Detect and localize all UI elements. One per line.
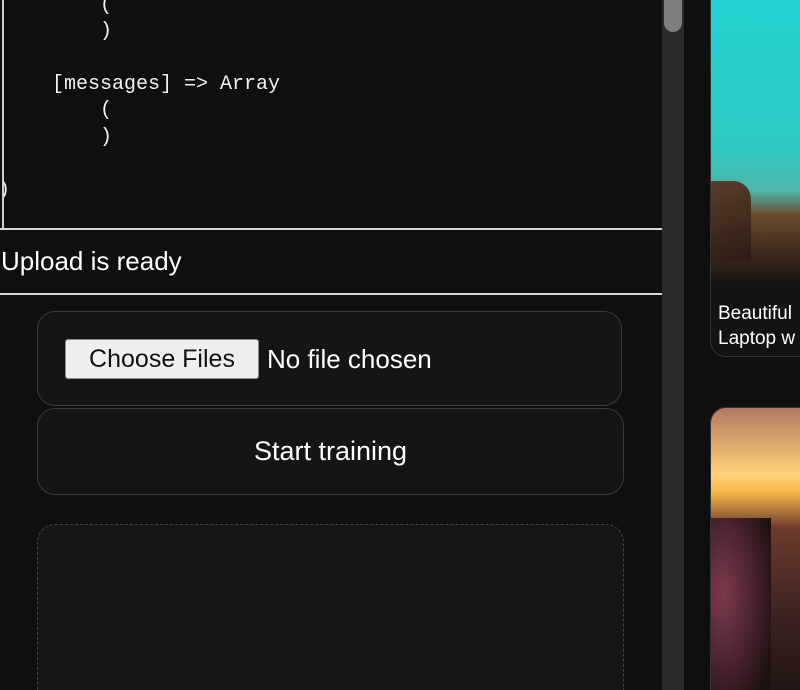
card-caption: Beautiful Laptop w bbox=[718, 301, 795, 351]
card-caption-line: Laptop w bbox=[718, 328, 796, 349]
code-line: ( bbox=[4, 0, 113, 17]
sidebar-gallery: Beautiful Laptop w bbox=[684, 0, 800, 690]
divider bbox=[0, 293, 662, 295]
start-training-button[interactable]: Start training bbox=[37, 408, 624, 495]
card-caption-line: Beautiful bbox=[718, 303, 792, 324]
main-panel: ( ) [messages] => Array ( ) ) Upload is … bbox=[0, 0, 662, 690]
choose-files-button[interactable]: Choose Files bbox=[65, 339, 259, 379]
file-input-container: Choose Files No file chosen bbox=[37, 311, 622, 406]
laptop-image bbox=[711, 181, 751, 261]
file-chosen-status: No file chosen bbox=[267, 344, 432, 374]
gallery-card[interactable] bbox=[710, 407, 800, 690]
portrait-image bbox=[711, 518, 771, 690]
code-line: ) bbox=[4, 126, 113, 149]
gallery-card[interactable]: Beautiful Laptop w bbox=[710, 0, 800, 357]
scrollbar-thumb[interactable] bbox=[664, 0, 682, 32]
divider bbox=[0, 228, 662, 230]
code-line: ) bbox=[4, 20, 113, 43]
code-line: [messages] => Array bbox=[4, 73, 281, 96]
scrollbar[interactable] bbox=[662, 0, 684, 690]
code-line: ) bbox=[4, 178, 10, 205]
debug-output: ( ) [messages] => Array ( ) ) bbox=[2, 0, 662, 228]
code-line: ( bbox=[4, 99, 113, 122]
upload-status: Upload is ready bbox=[1, 246, 182, 276]
drop-zone[interactable] bbox=[37, 524, 624, 690]
